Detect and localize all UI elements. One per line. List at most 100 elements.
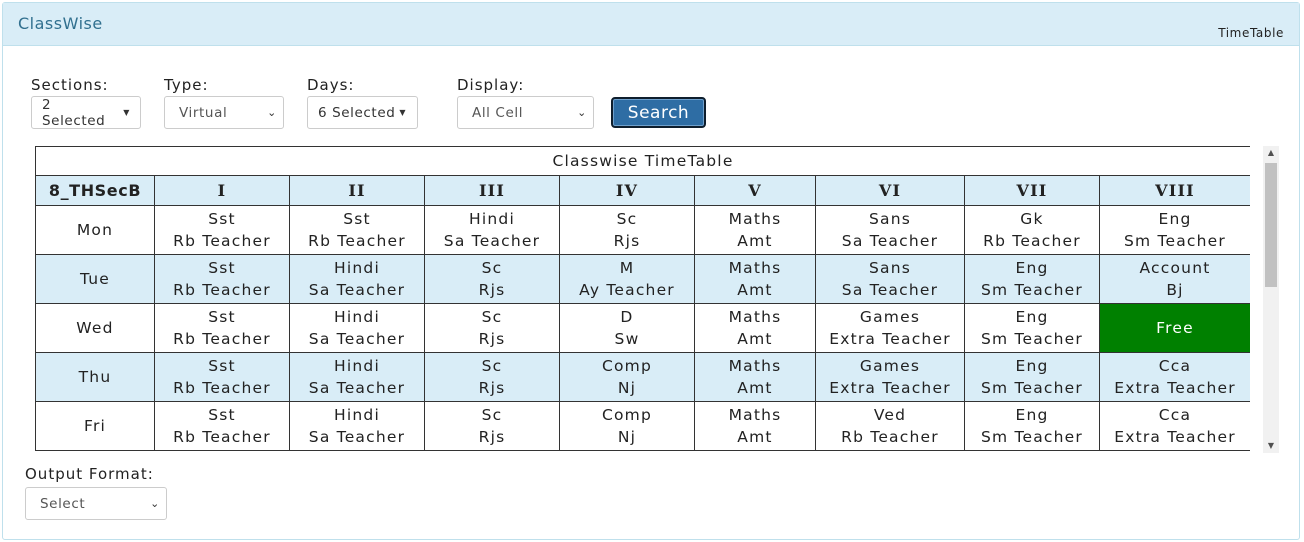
period-cell: Hindi Sa Teacher: [289, 303, 425, 353]
period-cell: Gk Rb Teacher: [964, 205, 1100, 255]
subject-name: Eng: [1015, 308, 1049, 326]
sections-multiselect[interactable]: 2 Selected ▼: [31, 96, 141, 129]
period-cell: Ved Rb Teacher: [815, 401, 965, 451]
period-cell: Sans Sa Teacher: [815, 205, 965, 255]
teacher-name: Rb Teacher: [173, 428, 271, 446]
days-field: Days: 6 Selected ▼: [307, 76, 418, 129]
subject-name: Sc: [616, 210, 638, 228]
period-header: VIII: [1098, 175, 1250, 206]
panel-title: ClassWise: [18, 14, 103, 33]
subject-name: Sst: [208, 308, 236, 326]
subject-name: Eng: [1015, 406, 1049, 424]
scrollbar-thumb[interactable]: [1265, 163, 1277, 287]
period-cell: Games Extra Teacher: [815, 303, 965, 353]
subject-name: Hindi: [334, 406, 380, 424]
subject-name: D: [620, 308, 634, 326]
period-cell: Sst Rb Teacher: [154, 352, 290, 402]
subject-name: Account: [1139, 259, 1211, 277]
chevron-down-icon: ⌄: [150, 497, 160, 510]
subject-name: Maths: [728, 308, 782, 326]
output-format-label: Output Format:: [25, 465, 154, 483]
period-cell: Eng Sm Teacher: [1098, 205, 1250, 255]
sections-field: Sections: 2 Selected ▼: [31, 76, 141, 129]
subject-name: Maths: [728, 406, 782, 424]
period-cell: Maths Amt: [694, 205, 816, 255]
teacher-name: Sa Teacher: [308, 330, 406, 348]
teacher-name: Rb Teacher: [308, 232, 406, 250]
search-button[interactable]: Search: [611, 97, 706, 128]
period-cell: Maths Amt: [694, 303, 816, 353]
period-header: III: [424, 175, 560, 206]
teacher-name: Rjs: [478, 428, 506, 446]
free-slot-cell: Free: [1098, 303, 1250, 353]
period-cell: Sst Rb Teacher: [154, 254, 290, 304]
teacher-name: Rjs: [478, 330, 506, 348]
subject-name: Hindi: [469, 210, 515, 228]
subject-name: Sc: [481, 308, 503, 326]
type-field: Type: Virtual ⌄: [164, 76, 284, 129]
panel-header: ClassWise TimeTable: [3, 3, 1299, 46]
subject-name: Sans: [868, 259, 912, 277]
timetable-scrollbar[interactable]: ▲ ▼: [1263, 146, 1279, 453]
teacher-name: Bj: [1166, 281, 1184, 299]
subject-name: Sst: [208, 357, 236, 375]
subject-name: Cca: [1158, 357, 1192, 375]
chevron-down-icon: ⌄: [577, 106, 587, 119]
teacher-name: Sm Teacher: [981, 330, 1083, 348]
period-cell: Comp Nj: [559, 352, 695, 402]
period-cell: Sc Rjs: [559, 205, 695, 255]
scroll-up-arrow-icon[interactable]: ▲: [1263, 146, 1279, 160]
day-cell: Tue: [35, 254, 155, 304]
subject-name: Games: [859, 308, 921, 326]
teacher-name: Ay Teacher: [579, 281, 675, 299]
period-cell: M Ay Teacher: [559, 254, 695, 304]
type-label: Type:: [164, 76, 209, 94]
period-cell: Hindi Sa Teacher: [289, 254, 425, 304]
day-cell: Wed: [35, 303, 155, 353]
output-format-value: Select: [40, 495, 86, 512]
period-cell: Eng Sm Teacher: [964, 401, 1100, 451]
timetable-scroll-area[interactable]: Classwise TimeTable 8_THSecB I II III IV V VI…: [35, 146, 1250, 453]
subject-name: Comp: [601, 357, 653, 375]
teacher-name: Amt: [737, 379, 773, 397]
teacher-name: Extra Teacher: [1114, 379, 1236, 397]
output-format-select[interactable]: Select ⌄: [25, 487, 167, 520]
teacher-name: Sm Teacher: [981, 428, 1083, 446]
table-row: Fri Sst Rb Teacher Hindi Sa Teacher Sc Rjs Comp…: [35, 401, 1250, 451]
teacher-name: Sa Teacher: [443, 232, 541, 250]
period-cell: Sc Rjs: [424, 303, 560, 353]
subject-name: Hindi: [334, 308, 380, 326]
timetable-caption: Classwise TimeTable: [35, 146, 1250, 176]
display-select[interactable]: All Cell ⌄: [457, 96, 594, 129]
subject-name: Sc: [481, 357, 503, 375]
teacher-name: Rb Teacher: [983, 232, 1081, 250]
teacher-name: Sa Teacher: [308, 379, 406, 397]
period-header: VII: [964, 175, 1100, 206]
teacher-name: Extra Teacher: [1114, 428, 1236, 446]
period-cell: Cca Extra Teacher: [1098, 401, 1250, 451]
period-cell: Sc Rjs: [424, 254, 560, 304]
table-row: Wed Sst Rb Teacher Hindi Sa Teacher Sc Rjs D Sw M…: [35, 303, 1250, 353]
period-cell: Maths Amt: [694, 254, 816, 304]
period-cell: Sst Rb Teacher: [154, 303, 290, 353]
teacher-name: Rb Teacher: [841, 428, 939, 446]
teacher-name: Rb Teacher: [173, 379, 271, 397]
period-cell: Hindi Sa Teacher: [289, 401, 425, 451]
chevron-down-icon: ⌄: [267, 106, 277, 119]
subject-name: Sst: [208, 259, 236, 277]
panel-subtitle: TimeTable: [1218, 26, 1284, 40]
subject-name: Maths: [728, 357, 782, 375]
period-header: IV: [559, 175, 695, 206]
teacher-name: Sa Teacher: [841, 281, 939, 299]
caret-down-icon: ▼: [123, 108, 130, 117]
output-format-field: Output Format: Select ⌄: [25, 465, 167, 520]
teacher-name: Rjs: [613, 232, 641, 250]
display-label: Display:: [457, 76, 525, 94]
table-row: Thu Sst Rb Teacher Hindi Sa Teacher Sc Rjs Comp…: [35, 352, 1250, 402]
type-select[interactable]: Virtual ⌄: [164, 96, 284, 129]
days-value: 6 Selected: [318, 104, 396, 121]
scroll-down-arrow-icon[interactable]: ▼: [1263, 439, 1279, 453]
period-header: VI: [815, 175, 965, 206]
days-multiselect[interactable]: 6 Selected ▼: [307, 96, 418, 129]
period-cell: Sst Rb Teacher: [289, 205, 425, 255]
